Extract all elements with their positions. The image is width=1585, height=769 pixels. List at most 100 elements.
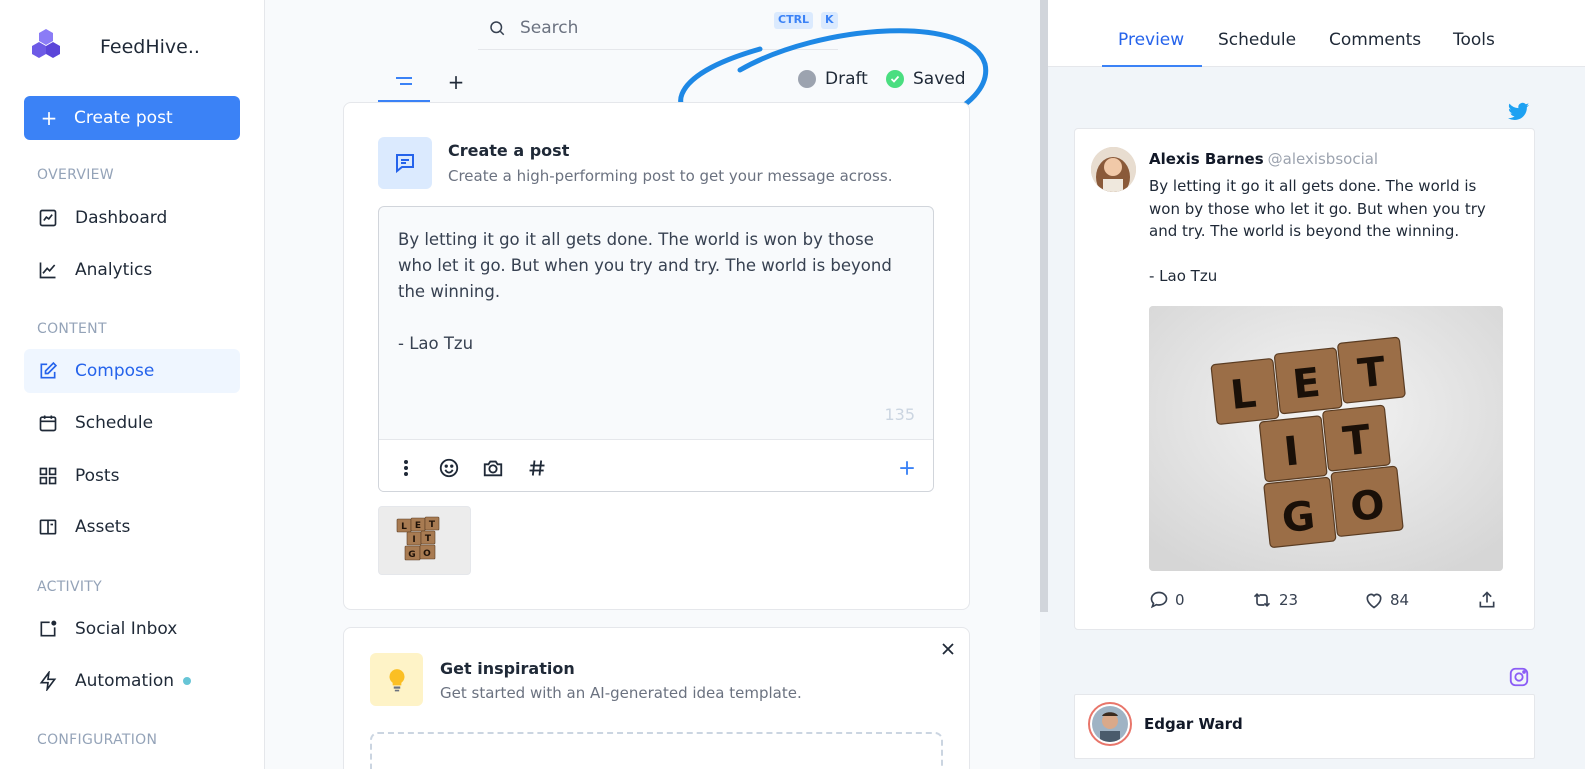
section-label-content: CONTENT — [37, 321, 107, 337]
let-it-go-tiles-image: LET IT GO — [1149, 306, 1503, 571]
svg-text:T: T — [1356, 349, 1389, 398]
preview-tabs: Preview Schedule Comments Tools — [1048, 0, 1585, 67]
tweet-author: Alexis Barnes @alexisbsocial — [1149, 150, 1378, 168]
tab-edit-post[interactable] — [378, 62, 430, 102]
camera-button[interactable] — [481, 456, 505, 480]
tweet-text: By letting it go it all gets done. The w… — [1149, 177, 1486, 285]
sidebar-item-analytics[interactable]: Analytics — [24, 248, 240, 292]
line-chart-icon — [37, 259, 59, 281]
text-lines-icon — [396, 77, 412, 85]
kbd-k: K — [821, 12, 838, 29]
sidebar-item-posts[interactable]: Posts — [24, 454, 240, 498]
brand[interactable]: FeedHive.. — [30, 28, 200, 60]
sidebar-item-label: Social Inbox — [75, 619, 178, 639]
tab-schedule[interactable]: Schedule — [1218, 30, 1296, 50]
let-it-go-tiles-image: LET IT GO — [379, 507, 470, 574]
comment-icon — [1150, 591, 1168, 609]
sidebar-item-label: Dashboard — [75, 208, 168, 228]
reply-button[interactable]: 0 — [1149, 590, 1185, 610]
heart-icon — [1366, 593, 1382, 609]
saved-label: Saved — [913, 69, 966, 89]
sidebar-item-social-inbox[interactable]: Social Inbox — [24, 607, 240, 651]
tweet-author-handle: @alexisbsocial — [1267, 150, 1379, 168]
emoji-button[interactable] — [437, 456, 461, 480]
edit-icon — [37, 360, 59, 382]
svg-text:O: O — [423, 549, 431, 559]
avatar — [1091, 147, 1136, 192]
hashtag-icon — [529, 460, 545, 476]
sidebar-item-label: Automation — [75, 671, 175, 691]
draft-status: Draft — [798, 66, 868, 92]
plus-icon — [900, 461, 914, 475]
lightning-icon — [37, 670, 59, 692]
tab-tools[interactable]: Tools — [1453, 30, 1495, 50]
sidebar-item-automation[interactable]: Automation — [24, 659, 240, 703]
scrollbar[interactable] — [1040, 0, 1048, 612]
svg-text:T: T — [429, 520, 436, 530]
svg-text:E: E — [415, 521, 421, 531]
like-button[interactable]: 84 — [1364, 590, 1409, 610]
svg-text:O: O — [1348, 482, 1387, 531]
lightbulb-icon — [370, 653, 423, 706]
feedhive-logo-icon — [32, 29, 60, 58]
close-icon — [942, 643, 954, 655]
active-tab-indicator — [1102, 65, 1202, 67]
post-text[interactable]: By letting it go it all gets done. The w… — [398, 227, 908, 357]
sidebar-item-compose[interactable]: Compose — [24, 349, 240, 393]
section-label-activity: ACTIVITY — [37, 579, 102, 595]
hashtag-button[interactable] — [525, 456, 549, 480]
attached-image-thumbnail[interactable]: LET IT GO — [378, 506, 471, 575]
retweet-count: 23 — [1279, 591, 1299, 609]
svg-text:T: T — [1341, 417, 1374, 466]
tweet-author-name: Alexis Barnes — [1149, 150, 1264, 168]
card-subtitle: Create a high-performing post to get you… — [448, 167, 893, 185]
more-options-button[interactable] — [394, 456, 418, 480]
brand-name: FeedHive.. — [100, 36, 200, 58]
book-icon — [37, 516, 59, 538]
plus-icon: + — [40, 106, 58, 130]
inspiration-title: Get inspiration — [440, 659, 575, 678]
share-button[interactable] — [1477, 590, 1497, 610]
calendar-icon — [37, 412, 59, 434]
retweet-icon — [1253, 592, 1271, 608]
saved-status: Saved — [886, 66, 966, 92]
sidebar-item-schedule[interactable]: Schedule — [24, 401, 240, 445]
svg-text:G: G — [1280, 493, 1317, 542]
plus-icon: + — [447, 70, 465, 94]
editor-toolbar — [379, 439, 933, 491]
post-editor[interactable]: By letting it go it all gets done. The w… — [378, 206, 934, 492]
tab-preview[interactable]: Preview — [1118, 30, 1184, 50]
instagram-icon — [1509, 667, 1529, 687]
status-dot — [183, 677, 192, 685]
svg-text:G: G — [408, 550, 415, 560]
camera-icon — [483, 460, 503, 477]
inbox-icon — [37, 618, 59, 640]
scrollbar-track — [1040, 612, 1048, 769]
card-title: Create a post — [448, 141, 570, 160]
kbd-ctrl: CTRL — [774, 12, 814, 29]
add-tab-button[interactable]: + — [440, 66, 472, 98]
svg-text:L: L — [401, 522, 407, 532]
add-thread-button[interactable] — [895, 456, 919, 480]
retweet-button[interactable]: 23 — [1251, 590, 1298, 610]
tab-comments[interactable]: Comments — [1329, 30, 1421, 50]
share-icon — [1479, 591, 1495, 608]
sidebar-item-label: Posts — [75, 466, 120, 486]
close-inspiration-button[interactable] — [938, 639, 958, 659]
sidebar-item-dashboard[interactable]: Dashboard — [24, 196, 240, 240]
check-icon — [886, 70, 904, 88]
sidebar-item-assets[interactable]: Assets — [24, 505, 240, 549]
create-post-button[interactable]: + Create post — [24, 96, 240, 140]
inspiration-subtitle: Get started with an AI-generated idea te… — [440, 684, 802, 702]
instagram-author-name: Edgar Ward — [1144, 715, 1243, 733]
search-input[interactable] — [520, 17, 760, 38]
tweet-image: LET IT GO — [1149, 306, 1503, 571]
sidebar-item-label: Analytics — [75, 260, 153, 280]
svg-text:L: L — [1228, 370, 1258, 418]
create-post-label: Create post — [74, 108, 173, 128]
search-icon — [488, 19, 506, 37]
avatar — [1088, 702, 1132, 746]
svg-text:E: E — [1291, 360, 1323, 409]
message-icon — [378, 137, 432, 189]
idea-template-dropzone[interactable] — [370, 732, 943, 769]
